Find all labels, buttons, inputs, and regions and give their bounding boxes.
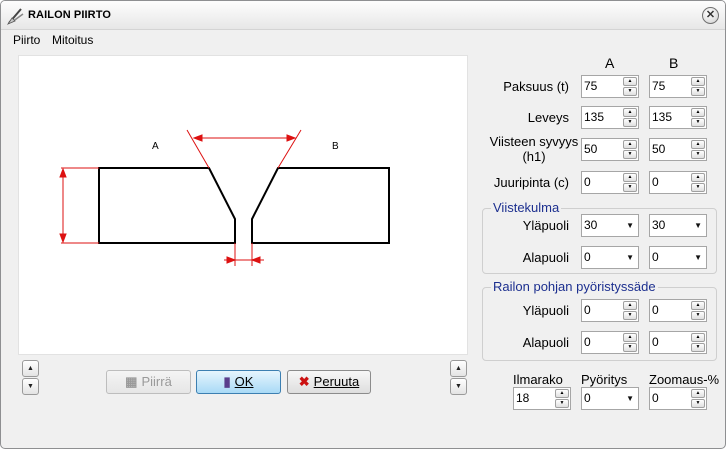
up-arrow-icon[interactable]: ▲	[691, 301, 705, 310]
viistekulma-alapuoli-b-combo[interactable]: 0 ▼	[649, 246, 707, 269]
ilmarako-spinbox[interactable]: 18 ▲ ▼	[513, 387, 571, 410]
viisteen-syvyys-b-spinbox[interactable]: 50 ▲ ▼	[649, 138, 707, 161]
up-arrow-icon[interactable]: ▲	[691, 333, 705, 342]
pyoristyssade-ylapuoli-b-spinbox[interactable]: 0 ▲ ▼	[649, 299, 707, 322]
leveys-b-spinbox[interactable]: 135 ▲ ▼	[649, 106, 707, 129]
pyoristyssade-ylapuoli-a-spinbox[interactable]: 0 ▲ ▼	[581, 299, 639, 322]
up-arrow-icon[interactable]: ▲	[555, 389, 569, 398]
viistekulma-alapuoli-a-combo[interactable]: 0 ▼	[581, 246, 639, 269]
pyoristyssade-alapuoli-a-spinbox[interactable]: 0 ▲ ▼	[581, 331, 639, 354]
railon-piirto-dialog: RAILON PIIRTO ✕ Piirto Mitoitus A B ▲ ▼ …	[0, 0, 726, 449]
down-arrow-icon[interactable]: ▼	[691, 343, 705, 352]
pyoritys-combo[interactable]: 0 ▼	[581, 387, 639, 410]
ilmarako-label: Ilmarako	[513, 372, 563, 387]
dropdown-arrow-icon[interactable]: ▼	[694, 253, 702, 262]
menu-bar: Piirto Mitoitus	[1, 31, 725, 49]
down-arrow-icon[interactable]: ▼	[623, 118, 637, 127]
scroll-up-left-button[interactable]: ▲	[22, 360, 39, 377]
up-arrow-icon[interactable]: ▲	[623, 77, 637, 86]
dropdown-arrow-icon[interactable]: ▼	[626, 253, 634, 262]
down-arrow-icon[interactable]: ▼	[691, 183, 705, 192]
paksuus-a-spinbox[interactable]: 75 ▲ ▼	[581, 75, 639, 98]
pyoristyssade-alapuoli-label: Alapuoli	[522, 335, 569, 350]
viisteen-syvyys-a-spinbox[interactable]: 50 ▲ ▼	[581, 138, 639, 161]
side-a-label: A	[152, 141, 159, 152]
dropdown-arrow-icon[interactable]: ▼	[694, 221, 702, 230]
drawing-canvas[interactable]: A B	[18, 55, 468, 355]
down-arrow-icon[interactable]: ▼	[623, 343, 637, 352]
ok-button[interactable]: ▮ OK	[196, 370, 281, 394]
zoomaus-label: Zoomaus-%	[649, 372, 720, 387]
viistekulma-ylapuoli-b-combo[interactable]: 30 ▼	[649, 214, 707, 237]
down-arrow-icon[interactable]: ▼	[691, 399, 705, 408]
viistekulma-ylapuoli-label: Yläpuoli	[522, 218, 569, 233]
dimension-lines	[59, 129, 302, 266]
close-button[interactable]: ✕	[702, 7, 719, 24]
down-arrow-icon[interactable]: ▼	[623, 311, 637, 320]
paksuus-label: Paksuus (t)	[503, 79, 569, 94]
window-title: RAILON PIIRTO	[28, 9, 111, 21]
up-arrow-icon[interactable]: ▲	[691, 140, 705, 149]
pyoritys-label: Pyöritys	[581, 372, 628, 387]
title-bar: RAILON PIIRTO ✕	[1, 1, 725, 30]
up-arrow-icon[interactable]: ▲	[691, 108, 705, 117]
column-a-header: A	[605, 55, 615, 71]
side-b-label: B	[332, 141, 339, 152]
viistekulma-ylapuoli-a-combo[interactable]: 30 ▼	[581, 214, 639, 237]
pyoristyssade-title: Railon pohjan pyöristyssäde	[491, 279, 658, 294]
down-arrow-icon[interactable]: ▼	[691, 118, 705, 127]
juuripinta-b-spinbox[interactable]: 0 ▲ ▼	[649, 171, 707, 194]
down-arrow-icon[interactable]: ▼	[623, 87, 637, 96]
viistekulma-alapuoli-label: Alapuoli	[522, 250, 569, 265]
down-arrow-icon[interactable]: ▼	[623, 183, 637, 192]
up-arrow-icon[interactable]: ▲	[691, 173, 705, 182]
down-arrow-icon[interactable]: ▼	[691, 87, 705, 96]
dropdown-arrow-icon[interactable]: ▼	[626, 394, 634, 403]
leveys-label: Leveys	[527, 110, 569, 125]
draw-tool-icon	[6, 8, 24, 25]
leveys-a-spinbox[interactable]: 135 ▲ ▼	[581, 106, 639, 129]
scroll-down-left-button[interactable]: ▼	[22, 378, 39, 395]
pyoristyssade-ylapuoli-label: Yläpuoli	[522, 303, 569, 318]
up-arrow-icon[interactable]: ▲	[691, 77, 705, 86]
pyoristyssade-alapuoli-b-spinbox[interactable]: 0 ▲ ▼	[649, 331, 707, 354]
down-arrow-icon[interactable]: ▼	[691, 150, 705, 159]
menu-mitoitus[interactable]: Mitoitus	[52, 33, 93, 47]
draw-icon: ▦	[125, 374, 138, 389]
dropdown-arrow-icon[interactable]: ▼	[626, 221, 634, 230]
viistekulma-title: Viistekulma	[491, 200, 562, 215]
menu-piirto[interactable]: Piirto	[13, 33, 40, 47]
weld-groove-profile	[98, 167, 390, 244]
up-arrow-icon[interactable]: ▲	[623, 333, 637, 342]
zoomaus-spinbox[interactable]: 0 ▲ ▼	[649, 387, 707, 410]
down-arrow-icon[interactable]: ▼	[623, 150, 637, 159]
up-arrow-icon[interactable]: ▲	[623, 173, 637, 182]
up-arrow-icon[interactable]: ▲	[623, 301, 637, 310]
column-b-header: B	[669, 55, 679, 71]
down-arrow-icon[interactable]: ▼	[555, 399, 569, 408]
ok-icon: ▮	[223, 374, 231, 389]
viisteen-syvyys-label: Viisteen syvyys (h1)	[489, 134, 579, 164]
scroll-down-right-button[interactable]: ▼	[450, 378, 467, 395]
up-arrow-icon[interactable]: ▲	[623, 140, 637, 149]
up-arrow-icon[interactable]: ▲	[691, 389, 705, 398]
scroll-up-right-button[interactable]: ▲	[450, 360, 467, 377]
juuripinta-a-spinbox[interactable]: 0 ▲ ▼	[581, 171, 639, 194]
down-arrow-icon[interactable]: ▼	[691, 311, 705, 320]
cancel-button[interactable]: ✖ Peruuta	[287, 370, 371, 394]
paksuus-b-spinbox[interactable]: 75 ▲ ▼	[649, 75, 707, 98]
up-arrow-icon[interactable]: ▲	[623, 108, 637, 117]
draw-button[interactable]: ▦ Piirrä	[106, 370, 191, 394]
cancel-x-icon: ✖	[298, 374, 310, 389]
juuripinta-label: Juuripinta (c)	[493, 175, 569, 190]
